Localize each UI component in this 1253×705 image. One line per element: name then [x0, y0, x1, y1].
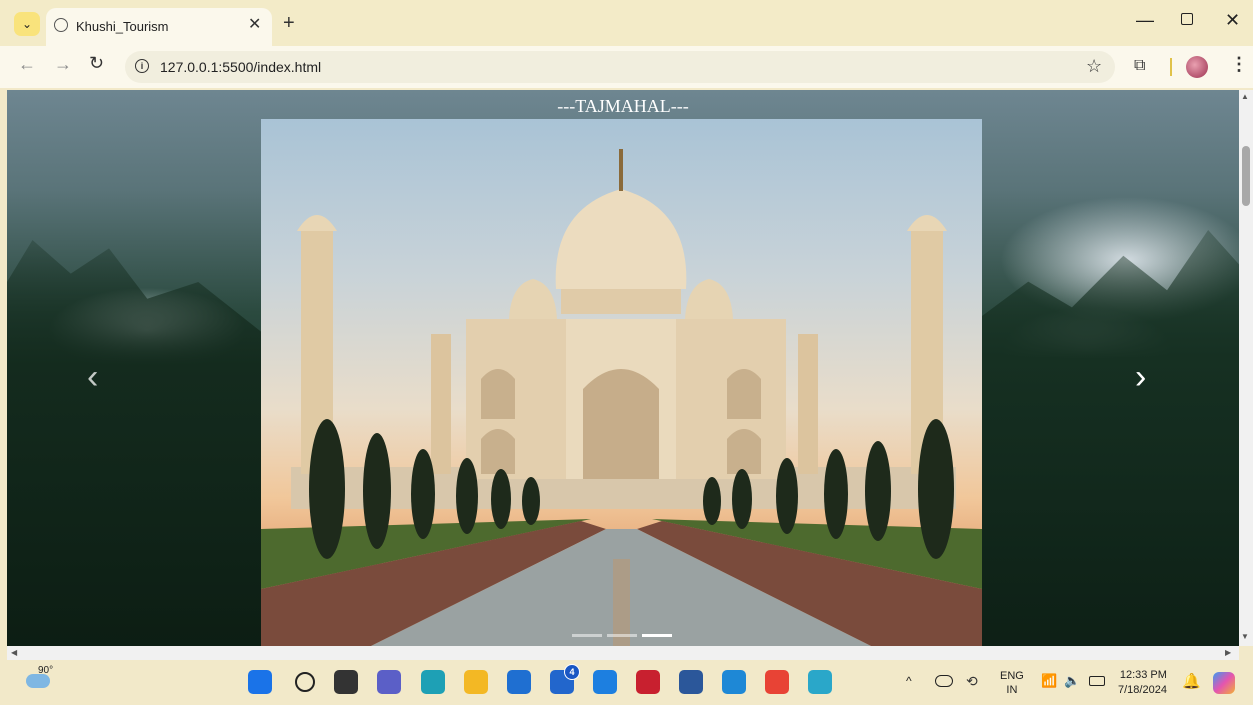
- restore-window-button[interactable]: [1181, 13, 1193, 25]
- close-tab-icon[interactable]: ✕: [248, 14, 261, 34]
- sync-icon[interactable]: ⟲: [966, 673, 978, 690]
- scroll-down-arrow-icon[interactable]: ▼: [1241, 632, 1249, 641]
- language-code: ENG: [1000, 670, 1024, 682]
- scroll-left-arrow-icon[interactable]: ◀: [11, 648, 17, 657]
- profile-avatar[interactable]: [1186, 56, 1208, 78]
- weather-cloud-icon[interactable]: [26, 674, 50, 688]
- toolbar-divider: [1170, 58, 1172, 76]
- new-tab-button[interactable]: +: [283, 12, 295, 35]
- copilot-icon[interactable]: [1213, 672, 1235, 694]
- clock-date: 7/18/2024: [1118, 684, 1167, 696]
- carousel-indicator-3[interactable]: [642, 634, 672, 637]
- tab-title: Khushi_Tourism: [76, 19, 169, 34]
- extensions-icon[interactable]: ⧉: [1134, 57, 1145, 75]
- teams-icon[interactable]: [377, 670, 401, 694]
- carousel-next-button[interactable]: ›: [1135, 358, 1146, 397]
- store-icon[interactable]: [507, 670, 531, 694]
- bookmark-star-icon[interactable]: ☆: [1086, 56, 1102, 77]
- page-viewport: ---TAJMAHAL--- ‹ ›: [7, 90, 1239, 646]
- mcafee-icon[interactable]: [636, 670, 660, 694]
- url-text[interactable]: 127.0.0.1:5500/index.html: [160, 59, 321, 75]
- carousel-indicator-2[interactable]: [607, 634, 637, 637]
- slide-heading: ---TAJMAHAL---: [557, 96, 689, 116]
- word-icon[interactable]: [679, 670, 703, 694]
- scroll-up-arrow-icon[interactable]: ▲: [1241, 92, 1249, 101]
- search-icon[interactable]: [295, 672, 315, 692]
- language-indicator[interactable]: ENG IN: [1000, 669, 1024, 697]
- snipping-tool-icon[interactable]: [808, 670, 832, 694]
- launcher-icon[interactable]: 4: [550, 664, 580, 694]
- background-forest-left: [7, 240, 262, 646]
- minimize-window-button[interactable]: —: [1136, 10, 1154, 31]
- wifi-icon[interactable]: 📶: [1041, 673, 1057, 689]
- weather-temperature: 90°: [38, 665, 54, 676]
- region-code: IN: [1006, 684, 1018, 696]
- back-button[interactable]: ←: [18, 54, 36, 75]
- background-forest-right: [982, 230, 1239, 646]
- tab-search-dropdown-button[interactable]: ⌄: [14, 12, 40, 36]
- windows-taskbar: 90° ^ ⟲ ENG IN 📶 🔈 12:33 PM 7/18/2024 🔔 …: [0, 660, 1253, 705]
- task-view-icon[interactable]: [334, 670, 358, 694]
- carousel-prev-button[interactable]: ‹: [87, 358, 98, 397]
- browser-toolbar: ← → ↻ i 127.0.0.1:5500/index.html ☆ ⧉ ⋮: [0, 46, 1253, 88]
- vscode-icon[interactable]: [722, 670, 746, 694]
- scroll-right-arrow-icon[interactable]: ▶: [1225, 648, 1231, 657]
- site-info-icon[interactable]: i: [135, 59, 149, 73]
- file-explorer-icon[interactable]: [464, 670, 488, 694]
- taj-mahal-slide-image: [261, 119, 982, 646]
- browser-tab[interactable]: Khushi_Tourism ✕: [46, 8, 272, 46]
- onedrive-cloud-icon[interactable]: [935, 675, 953, 687]
- vertical-scrollbar[interactable]: ▲ ▼: [1239, 90, 1253, 646]
- forward-button[interactable]: →: [54, 54, 72, 75]
- close-window-button[interactable]: ✕: [1225, 10, 1240, 31]
- clock-time: 12:33 PM: [1119, 669, 1167, 681]
- vertical-scroll-thumb[interactable]: [1242, 146, 1250, 206]
- notification-bell-icon[interactable]: 🔔: [1182, 672, 1201, 690]
- circle-app-icon[interactable]: [593, 670, 617, 694]
- launcher-badge: 4: [564, 664, 580, 680]
- address-bar[interactable]: i 127.0.0.1:5500/index.html ☆: [125, 51, 1115, 83]
- taj-mahal-illustration: [261, 149, 982, 646]
- volume-icon[interactable]: 🔈: [1064, 673, 1080, 689]
- reload-button[interactable]: ↻: [89, 53, 104, 74]
- chrome-icon[interactable]: [765, 670, 789, 694]
- horizontal-scrollbar[interactable]: ◀ ▶: [7, 646, 1239, 660]
- browser-title-bar: ⌄ Khushi_Tourism ✕ + — ✕: [0, 0, 1253, 46]
- tray-overflow-chevron-icon[interactable]: ^: [906, 674, 912, 688]
- globe-icon: [54, 18, 68, 32]
- chevron-down-icon: ⌄: [21, 17, 33, 31]
- battery-icon[interactable]: [1089, 676, 1105, 686]
- edge-icon[interactable]: [421, 670, 445, 694]
- carousel-indicator-1[interactable]: [572, 634, 602, 637]
- system-clock[interactable]: 12:33 PM 7/18/2024: [1118, 668, 1167, 698]
- start-icon[interactable]: [248, 670, 272, 694]
- more-menu-icon[interactable]: ⋮: [1230, 54, 1248, 75]
